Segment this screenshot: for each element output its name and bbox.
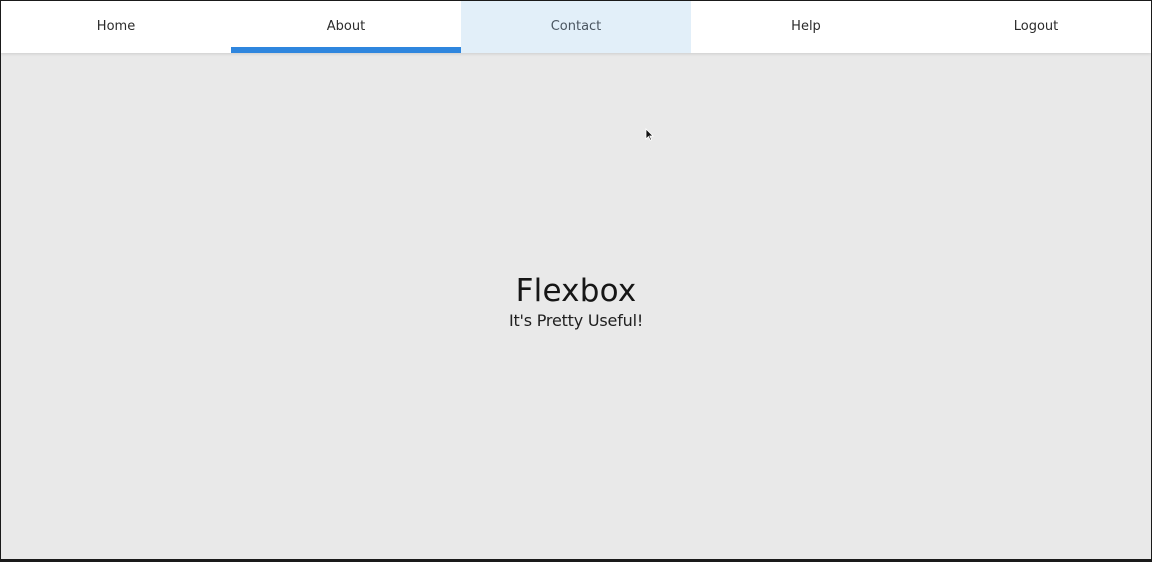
hero-section: Flexbox It's Pretty Useful! — [1, 53, 1151, 559]
nav-item-about[interactable]: About — [231, 1, 461, 53]
nav-item-logout[interactable]: Logout — [921, 1, 1151, 53]
nav-item-help[interactable]: Help — [691, 1, 921, 53]
mouse-pointer-icon — [645, 128, 654, 141]
page-subtitle: It's Pretty Useful! — [508, 311, 644, 331]
nav-item-contact[interactable]: Contact — [461, 1, 691, 53]
browser-viewport: Home About Contact Help Logout Flexbox I… — [1, 1, 1151, 559]
page-title: Flexbox — [515, 272, 637, 309]
top-navbar: Home About Contact Help Logout — [1, 1, 1151, 53]
nav-item-home[interactable]: Home — [1, 1, 231, 53]
